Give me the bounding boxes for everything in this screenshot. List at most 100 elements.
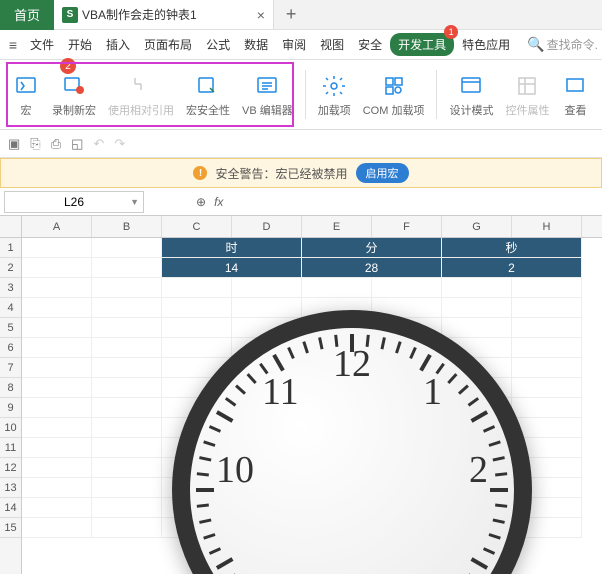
cell[interactable] [22,238,92,258]
cell[interactable] [92,438,162,458]
ribbon-macro-security[interactable]: 宏安全性 [180,64,236,125]
row-header[interactable]: 8 [0,378,21,398]
cell[interactable] [22,298,92,318]
print-icon[interactable]: ⎙ [51,136,61,152]
cell[interactable] [22,518,92,538]
menu-special[interactable]: 特色应用 [456,32,516,57]
cell[interactable] [22,278,92,298]
cell-min-header[interactable]: 分 [302,238,442,258]
cell[interactable] [302,278,372,298]
cell[interactable] [512,278,582,298]
cell-hour-header[interactable]: 时 [162,238,302,258]
row-header[interactable]: 4 [0,298,21,318]
cell[interactable] [22,318,92,338]
preview-icon[interactable]: ◱ [71,136,83,152]
menu-start[interactable]: 开始 [62,32,98,57]
row-header[interactable]: 13 [0,478,21,498]
row-header[interactable]: 15 [0,518,21,538]
ribbon-design-mode[interactable]: 设计模式 [443,64,499,125]
menu-review[interactable]: 审阅 [276,32,312,57]
cell-sec-value[interactable]: 2 [442,258,582,278]
tab-home[interactable]: 首页 [0,0,54,30]
col-header[interactable]: A [22,216,92,237]
cell[interactable] [232,278,302,298]
menu-file[interactable]: 文件 [24,32,60,57]
cell-sec-header[interactable]: 秒 [442,238,582,258]
ribbon-record-macro[interactable]: 2 录制新宏 [46,64,102,125]
menu-layout[interactable]: 页面布局 [138,32,198,57]
col-header[interactable]: B [92,216,162,237]
menu-devtools[interactable]: 开发工具 1 [390,33,454,56]
cell[interactable] [442,278,512,298]
cell[interactable] [92,318,162,338]
tab-file[interactable]: S VBA制作会走的钟表1 × [54,0,274,29]
col-header[interactable]: H [512,216,582,237]
fx-icon[interactable]: fx [214,195,223,209]
row-header[interactable]: 1 [0,238,21,258]
menu-data[interactable]: 数据 [238,32,274,57]
cell[interactable] [92,458,162,478]
cell[interactable] [22,398,92,418]
row-header[interactable]: 3 [0,278,21,298]
cell[interactable] [92,338,162,358]
fx-search-icon[interactable]: ⊕ [196,195,206,209]
col-header[interactable]: E [302,216,372,237]
menu-formula[interactable]: 公式 [200,32,236,57]
row-header[interactable]: 14 [0,498,21,518]
cell-hour-value[interactable]: 14 [162,258,302,278]
ribbon-addins[interactable]: 加载项 [312,64,357,125]
cell[interactable] [22,378,92,398]
cell[interactable] [22,358,92,378]
cell[interactable] [22,258,92,278]
grid-area[interactable]: ABCDEFGH 时 分 秒 14 28 2 12 11 1 [22,216,602,574]
cell[interactable] [22,498,92,518]
hamburger-icon[interactable]: ≡ [4,37,22,53]
row-header[interactable]: 11 [0,438,21,458]
name-box[interactable]: L26 ▼ [4,191,144,213]
cell[interactable] [92,298,162,318]
copy-icon[interactable]: ⎘ [30,136,40,152]
cell[interactable] [92,398,162,418]
cell[interactable] [92,278,162,298]
chevron-down-icon[interactable]: ▼ [130,197,139,207]
row-header[interactable]: 5 [0,318,21,338]
cell[interactable] [22,458,92,478]
search-box[interactable]: 🔍 查找命令. [527,36,598,53]
cell[interactable] [92,478,162,498]
menu-security[interactable]: 安全 [352,32,388,57]
ribbon-com-addins[interactable]: COM 加载项 [357,64,431,125]
cell[interactable] [92,358,162,378]
cell[interactable] [22,478,92,498]
menu-view[interactable]: 视图 [314,32,350,57]
col-header[interactable]: G [442,216,512,237]
cell[interactable] [22,438,92,458]
ribbon-vb-editor[interactable]: VB 编辑器 [236,64,299,125]
row-header[interactable]: 2 [0,258,21,278]
row-header[interactable]: 9 [0,398,21,418]
save-icon[interactable]: ▣ [8,136,20,152]
menu-insert[interactable]: 插入 [100,32,136,57]
col-header[interactable]: D [232,216,302,237]
cell[interactable] [372,278,442,298]
cell[interactable] [92,378,162,398]
row-header[interactable]: 12 [0,458,21,478]
cell[interactable] [22,338,92,358]
cells[interactable]: 时 分 秒 14 28 2 12 11 1 10 2 [22,238,602,538]
cell[interactable] [92,258,162,278]
close-icon[interactable]: × [257,7,265,23]
row-header[interactable]: 10 [0,418,21,438]
cell[interactable] [92,498,162,518]
new-tab-button[interactable]: + [274,4,309,25]
enable-macros-button[interactable]: 启用宏 [356,163,409,183]
row-header[interactable]: 6 [0,338,21,358]
cell[interactable] [22,418,92,438]
select-all-corner[interactable] [0,216,21,238]
row-header[interactable]: 7 [0,358,21,378]
cell[interactable] [92,418,162,438]
col-header[interactable]: C [162,216,232,237]
col-header[interactable]: F [372,216,442,237]
cell[interactable] [92,238,162,258]
ribbon-view[interactable]: 查看 [555,64,595,125]
ribbon-macro[interactable]: 宏 [6,64,46,125]
cell[interactable] [92,518,162,538]
